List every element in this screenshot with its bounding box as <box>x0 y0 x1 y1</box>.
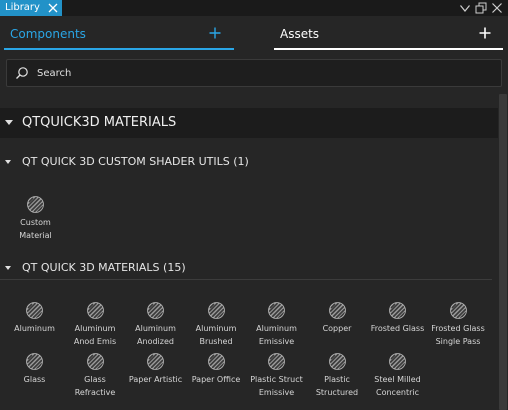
material-item-label: Aluminum Anod Emis <box>73 324 117 346</box>
material-item-label: Glass Refractive <box>74 375 116 397</box>
material-item-label: Frosted Glass <box>370 324 425 333</box>
material-item[interactable]: Frosted Glass <box>367 302 428 358</box>
material-sphere-icon <box>328 353 346 370</box>
tab-assets-label: Assets <box>280 27 320 41</box>
tab-components[interactable]: Components <box>0 18 236 52</box>
material-sphere-icon <box>147 302 164 319</box>
search-input[interactable] <box>37 65 477 82</box>
material-item-label: Plastic Structured <box>315 375 359 397</box>
material-sphere-icon <box>207 353 225 370</box>
material-item[interactable]: Aluminum Anodized <box>125 302 186 358</box>
close-icon[interactable] <box>46 1 60 15</box>
material-item[interactable]: Aluminum Brushed <box>186 302 247 358</box>
tab-components-underline <box>4 48 234 50</box>
material-item-label: Aluminum Anodized <box>135 324 176 346</box>
material-item[interactable]: Paper Office <box>186 353 247 409</box>
tab-assets-underline <box>274 48 503 50</box>
material-item-label: Copper <box>322 324 352 333</box>
search-icon <box>16 67 28 79</box>
material-item-label: Frosted Glass Single Pass <box>431 324 485 346</box>
material-item-label: Steel Milled Concentric <box>374 375 421 397</box>
library-tab[interactable]: Library <box>0 0 62 16</box>
category-header-quick3d-materials[interactable]: QT QUICK 3D MATERIALS (15) <box>0 258 498 280</box>
material-item[interactable]: Plastic Structured <box>307 353 368 409</box>
search-box[interactable] <box>6 59 502 87</box>
section-title: QTQUICK3D MATERIALS <box>22 115 177 130</box>
material-sphere-icon <box>328 302 346 319</box>
material-item[interactable]: Glass Refractive <box>65 353 126 409</box>
material-sphere-icon <box>26 302 43 319</box>
material-sphere-icon <box>268 302 285 319</box>
tab-components-label: Components <box>10 27 86 41</box>
material-item[interactable]: Copper <box>307 302 368 358</box>
material-sphere-icon <box>449 302 467 319</box>
close-panel-icon[interactable] <box>490 1 504 15</box>
material-item[interactable]: Aluminum Emissive <box>246 302 307 358</box>
material-item-label: Custom Material <box>19 218 52 240</box>
category-header-custom-shader-utils[interactable]: QT QUICK 3D CUSTOM SHADER UTILS (1) <box>0 152 498 174</box>
undock-icon[interactable] <box>474 1 488 15</box>
material-item[interactable]: Aluminum <box>4 302 65 358</box>
material-sphere-icon <box>86 353 104 370</box>
material-sphere-icon <box>86 302 104 319</box>
section-header-qtquick3d-materials[interactable]: QTQUICK3D MATERIALS <box>0 108 498 138</box>
chevron-down-icon[interactable] <box>458 1 472 15</box>
title-bar: Library <box>0 0 508 16</box>
collapse-arrow-icon[interactable] <box>5 120 13 125</box>
category-divider <box>0 279 492 280</box>
category-title: QT QUICK 3D MATERIALS (15) <box>22 261 186 274</box>
material-item[interactable]: Steel Milled Concentric <box>367 353 428 409</box>
material-item[interactable]: Plastic Struct Emissive <box>246 353 307 409</box>
material-item[interactable]: Glass <box>4 353 65 409</box>
material-item[interactable]: Paper Artistic <box>125 353 186 409</box>
library-content: QTQUICK3D MATERIALS QT QUICK 3D CUSTOM S… <box>0 100 498 410</box>
material-item[interactable]: Custom Material <box>5 196 66 252</box>
material-item-label: Glass <box>23 375 46 384</box>
material-item[interactable]: Aluminum Anod Emis <box>65 302 126 358</box>
material-item-label: Aluminum <box>14 324 55 333</box>
material-item-label: Paper Artistic <box>128 375 183 384</box>
collapse-arrow-icon[interactable] <box>5 160 11 164</box>
material-item-label: Plastic Struct Emissive <box>250 375 303 397</box>
material-sphere-icon <box>147 353 164 370</box>
add-asset-button[interactable] <box>478 26 492 40</box>
library-tab-label: Library <box>5 2 40 13</box>
category-title: QT QUICK 3D CUSTOM SHADER UTILS (1) <box>22 155 249 168</box>
material-item-label: Aluminum Emissive <box>256 324 297 346</box>
material-sphere-icon <box>207 302 225 319</box>
material-item-label: Aluminum Brushed <box>195 324 237 346</box>
add-component-button[interactable] <box>208 26 222 40</box>
material-sphere-icon <box>268 353 285 370</box>
material-sphere-icon <box>389 353 406 370</box>
material-item-label: Paper Office <box>191 375 241 384</box>
material-sphere-icon <box>389 302 406 319</box>
material-sphere-icon <box>26 353 43 370</box>
tab-assets[interactable]: Assets <box>271 18 503 52</box>
material-sphere-icon <box>27 196 44 213</box>
scrollbar-handle[interactable] <box>499 94 507 410</box>
material-item[interactable]: Frosted Glass Single Pass <box>428 302 489 358</box>
collapse-arrow-icon[interactable] <box>5 266 11 270</box>
